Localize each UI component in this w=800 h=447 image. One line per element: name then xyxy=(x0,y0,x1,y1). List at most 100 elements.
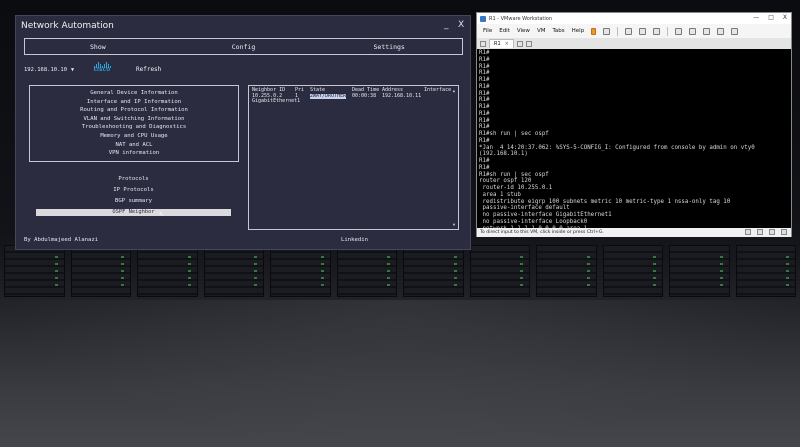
vmware-window: R1 - VMware Workstation — □ X File Edit … xyxy=(476,12,792,237)
mouse-pointer-icon: ↖ xyxy=(159,209,164,218)
console-line: R1# xyxy=(479,70,490,77)
minimize-button[interactable]: _ xyxy=(444,20,449,30)
menu-view[interactable]: View xyxy=(517,28,530,34)
console-line: R1# xyxy=(479,137,490,144)
console-line: passive-interface default xyxy=(479,205,570,212)
menu-item-interface-ip[interactable]: Interface and IP Information xyxy=(30,98,238,107)
network-automation-window: Network Automation _ X Show Config Setti… xyxy=(15,15,471,250)
menu-tabs[interactable]: Tabs xyxy=(552,28,564,34)
menu-file[interactable]: File xyxy=(483,28,492,34)
console-line: R1# xyxy=(479,117,490,124)
vmware-close-button[interactable]: X xyxy=(783,14,787,21)
console-line: R1# xyxy=(479,50,490,56)
toolbar-separator xyxy=(617,26,619,36)
unity-icon[interactable] xyxy=(717,27,725,35)
console-line: R1# xyxy=(479,83,490,90)
scroll-down-icon: ▼ xyxy=(452,222,456,227)
vmware-title: R1 - VMware Workstation xyxy=(489,15,553,22)
revert-snapshot-icon[interactable] xyxy=(639,27,647,35)
tab-r1[interactable]: R1 × xyxy=(489,39,514,48)
console-line: router-id 10.255.0.1 xyxy=(479,185,553,191)
console-view-icon[interactable] xyxy=(731,27,739,35)
show-categories-list: General Device Information Interface and… xyxy=(29,85,239,162)
console-line: router ospf 120 xyxy=(479,178,532,185)
console-line: R1# xyxy=(479,104,490,110)
vmware-app-icon xyxy=(480,15,486,22)
vmware-statusbar: To direct input to this VM, click inside… xyxy=(477,228,791,237)
home-tab-icon[interactable] xyxy=(516,40,523,47)
menu-item-general-device[interactable]: General Device Information xyxy=(30,89,238,98)
routing-subcommands: Protocols IP Protocols BGP summary xyxy=(36,174,231,207)
console-line: R1# xyxy=(479,97,490,104)
console-line: R1# xyxy=(479,164,490,171)
vm-console[interactable]: R1# R1# R1# R1# R1# R1# R1# R1# R1# R1# R1# R1# R1#s… xyxy=(477,49,791,228)
fullscreen-icon[interactable] xyxy=(703,27,711,35)
console-line: R1# xyxy=(479,90,490,97)
output-row-interface: GigabitEthernet1 xyxy=(252,98,301,105)
console-line: R1# xyxy=(479,158,490,164)
menu-item-nat-acl[interactable]: NAT and ACL xyxy=(30,141,238,150)
scroll-up-icon: ▲ xyxy=(452,88,456,93)
power-icon[interactable] xyxy=(591,27,597,35)
console-line: R1# xyxy=(479,56,490,63)
suspend-icon[interactable] xyxy=(603,27,611,35)
menu-edit[interactable]: Edit xyxy=(499,28,510,34)
console-line: (192.168.10.1) xyxy=(479,151,528,158)
close-button[interactable]: X xyxy=(458,20,464,30)
sub-item-ospf-neighbor[interactable]: OSPF Neighbor xyxy=(36,209,231,216)
menu-item-routing-protocol[interactable]: Routing and Protocol Information xyxy=(30,106,238,115)
console-line: area 1 stub xyxy=(479,191,521,198)
hdd-icon[interactable] xyxy=(745,229,751,235)
sub-item-ip-protocols[interactable]: IP Protocols xyxy=(36,185,231,196)
sub-item-protocols[interactable]: Protocols xyxy=(36,174,231,185)
console-line: R1#sh run | sec ospf xyxy=(479,131,549,137)
menu-item-troubleshooting[interactable]: Troubleshooting and Diagnostics xyxy=(30,123,238,132)
vmware-maximize-button[interactable]: □ xyxy=(768,14,774,21)
vmware-minimize-button[interactable]: — xyxy=(753,14,759,21)
tab-show[interactable]: Show xyxy=(25,39,171,54)
vmware-menubar: File Edit View VM Tabs Help xyxy=(477,24,791,38)
status-text: To direct input to this VM, click inside… xyxy=(480,230,604,235)
window-title: Network Automation xyxy=(21,21,114,31)
console-line: R1# xyxy=(479,124,490,131)
console-line: R1# xyxy=(479,77,490,83)
snapshot-manager-icon[interactable] xyxy=(653,27,661,35)
output-scrollbar[interactable]: ▲ ▼ xyxy=(452,88,456,227)
vmware-tabbar: R1 × xyxy=(477,38,791,49)
console-line: no passive-interface GigabitEthernet1 xyxy=(479,212,612,218)
console-line: R1# xyxy=(479,110,490,117)
toolbar-separator xyxy=(667,26,669,36)
author-credit: By Abdulmajeed Alanazi xyxy=(24,237,99,243)
chevron-down-icon: ▼ xyxy=(71,67,75,73)
cisco-logo: CISCO xyxy=(91,62,113,76)
sub-item-bgp-summary[interactable]: BGP summary xyxy=(36,196,231,207)
console-line: no passive-interface Loopback0 xyxy=(479,218,588,225)
console-line: redistribute eigrp 100 subnets metric 10… xyxy=(479,198,731,205)
network-icon[interactable] xyxy=(757,229,763,235)
command-output: Neighbor ID Pri State Dead Time Address … xyxy=(248,85,459,230)
tab-config[interactable]: Config xyxy=(171,39,317,54)
selected-text: 2WAY/DROTHER xyxy=(310,92,347,100)
thumbnail-icon[interactable] xyxy=(689,27,697,35)
menu-item-vlan-switching[interactable]: VLAN and Switching Information xyxy=(30,115,238,124)
menu-item-memory-cpu[interactable]: Memory and CPU Usage xyxy=(30,132,238,141)
device-ip: 192.168.10.10 xyxy=(24,67,68,73)
library-toggle-icon[interactable] xyxy=(480,40,486,47)
device-dropdown[interactable]: 192.168.10.10 ▼ xyxy=(24,65,76,75)
linkedin-link[interactable]: Linkedin xyxy=(341,237,368,243)
console-line: R1#sh run | sec ospf xyxy=(479,171,549,178)
floor xyxy=(0,300,800,447)
menu-help[interactable]: Help xyxy=(572,28,585,34)
library-icon[interactable] xyxy=(675,27,683,35)
menu-vm[interactable]: VM xyxy=(537,28,546,34)
tab-settings[interactable]: Settings xyxy=(316,39,462,54)
menu-item-vpn[interactable]: VPN information xyxy=(30,149,238,158)
tab-close-icon[interactable]: × xyxy=(505,41,509,47)
server-racks xyxy=(0,245,800,297)
console-line: R1# xyxy=(479,63,490,70)
new-tab-icon[interactable] xyxy=(525,40,532,47)
printer-icon[interactable] xyxy=(781,229,787,235)
usb-icon[interactable] xyxy=(769,229,775,235)
refresh-button[interactable]: Refresh xyxy=(136,66,161,73)
snapshot-icon[interactable] xyxy=(625,27,633,35)
